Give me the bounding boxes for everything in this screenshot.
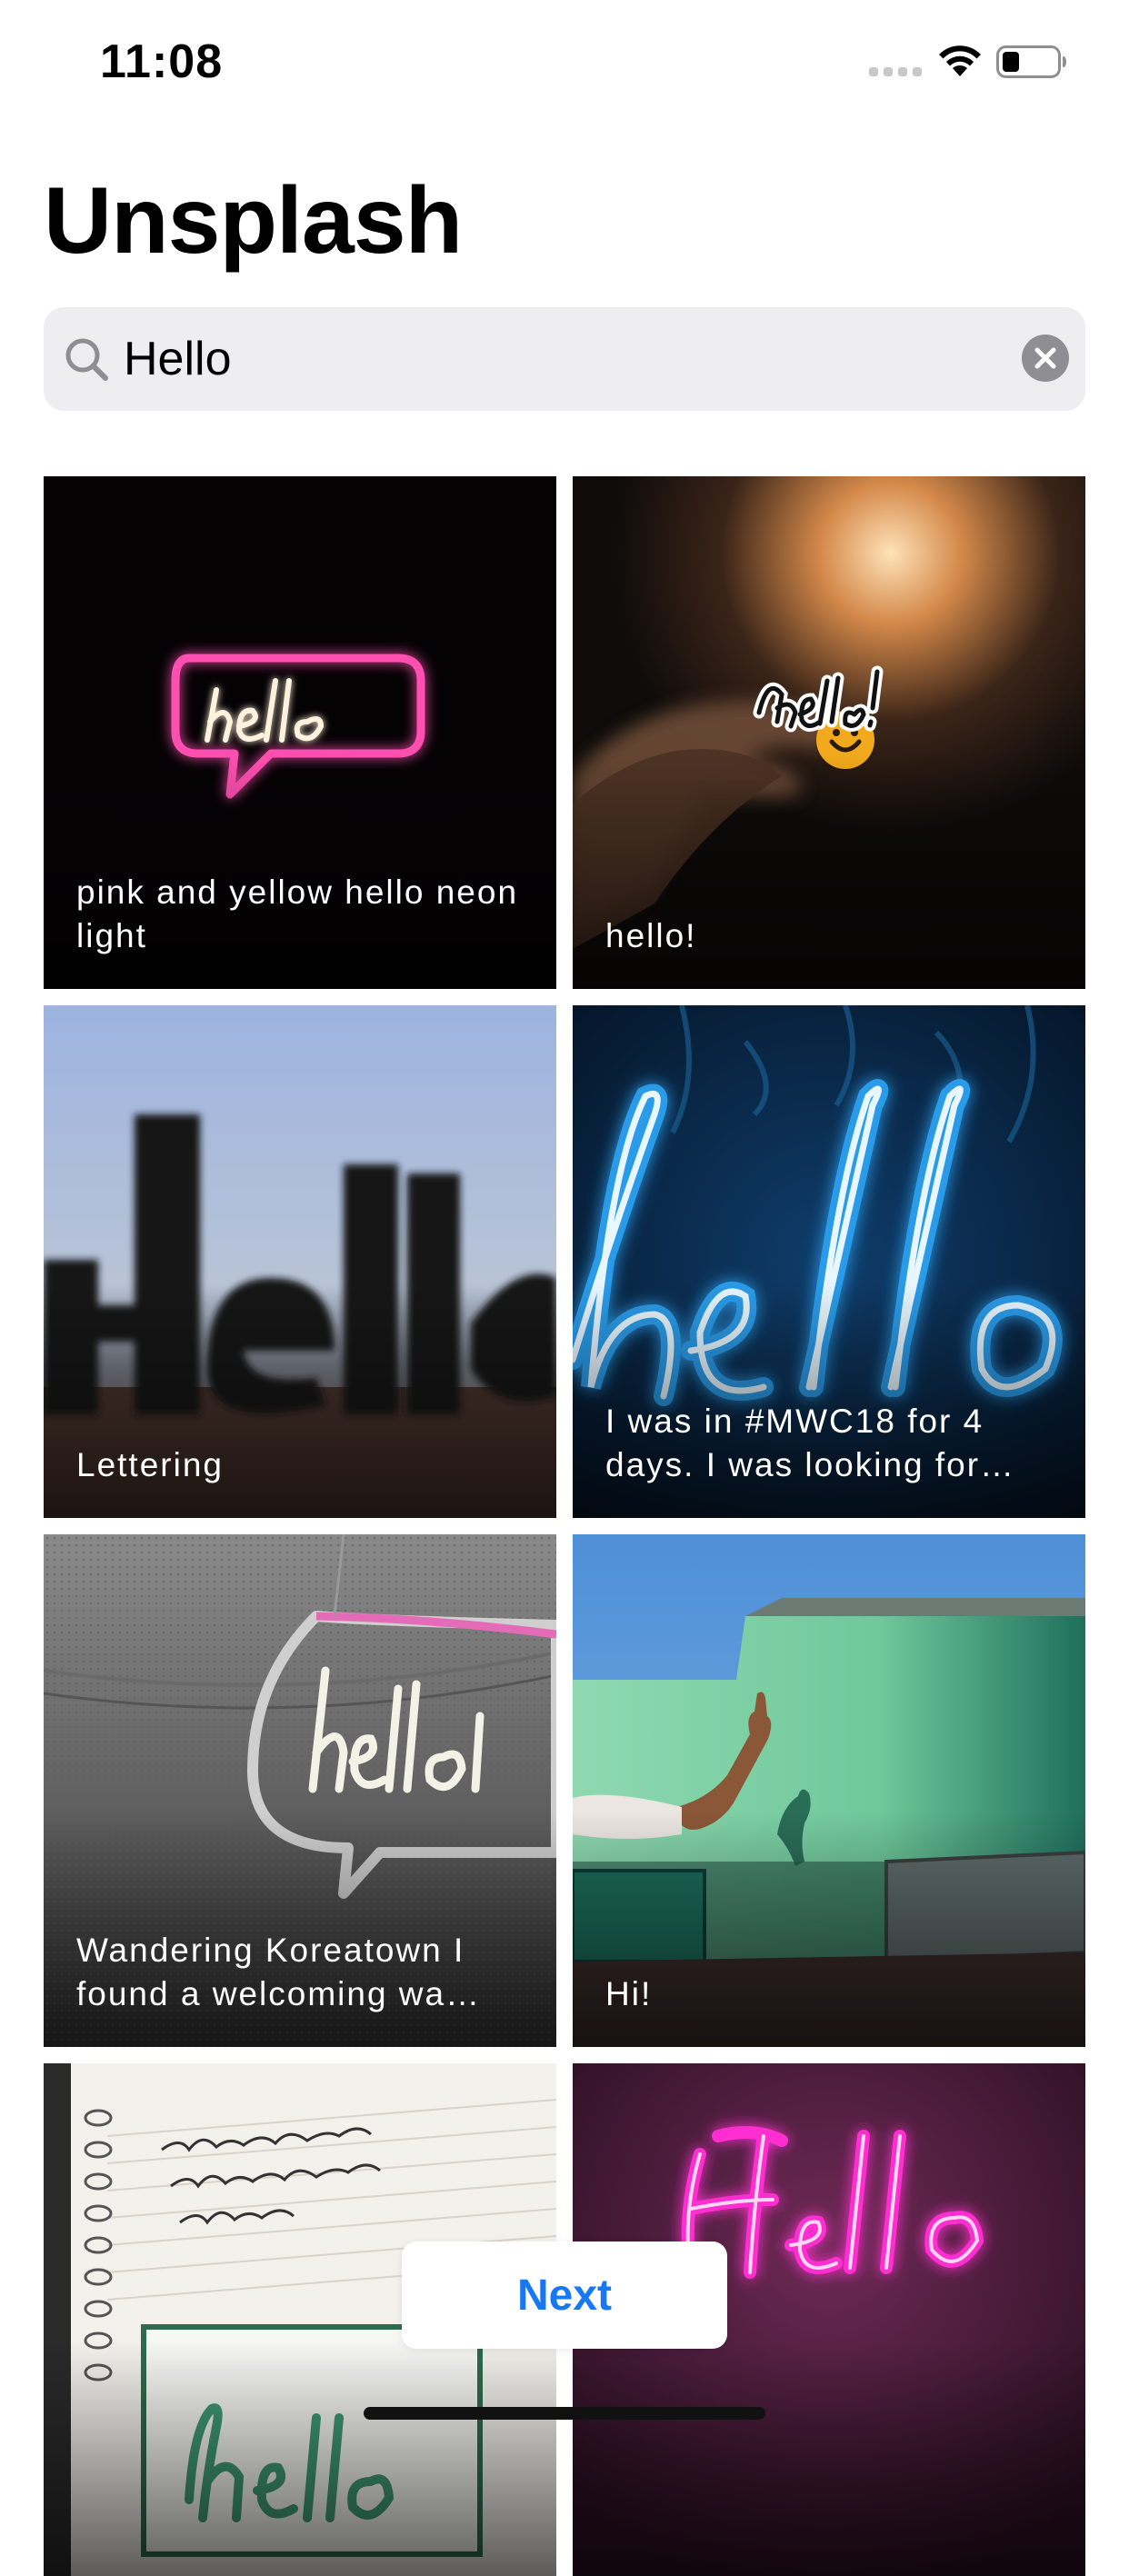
next-button[interactable]: Next xyxy=(402,2242,727,2349)
photo-card[interactable]: I was in #MWC18 for 4 days. I was lookin… xyxy=(573,1005,1085,1518)
photo-caption: Lettering xyxy=(76,1446,224,1483)
search-input[interactable] xyxy=(124,307,942,411)
photo-caption: I was in #MWC18 for 4 days. I was lookin… xyxy=(605,1403,1016,1483)
photo-caption: pink and yellow hello neon light xyxy=(76,874,519,954)
photo-card[interactable]: pink and yellow hello neon light xyxy=(44,476,556,989)
photo-card[interactable]: Lettering xyxy=(44,1005,556,1518)
wifi-icon xyxy=(939,45,981,76)
search-icon xyxy=(65,338,108,381)
page-title: Unsplash xyxy=(44,168,463,274)
status-bar: 11:08 xyxy=(0,0,1129,120)
home-indicator xyxy=(364,2407,765,2420)
photo-caption: Hi! xyxy=(605,1975,653,2012)
status-time: 11:08 xyxy=(100,35,224,88)
photo-card[interactable]: Hi! xyxy=(573,1534,1085,2047)
photo-grid: pink and yellow hello neon light hello! … xyxy=(44,476,1085,2576)
clear-icon xyxy=(1034,347,1056,369)
caption-gradient xyxy=(573,2340,1085,2576)
photo-card[interactable]: hello! xyxy=(573,476,1085,989)
search-bar[interactable] xyxy=(44,307,1085,411)
clear-search-button[interactable] xyxy=(1022,334,1069,382)
photo-caption: hello! xyxy=(605,917,697,954)
photo-caption: Wandering Koreatown I found a welcoming … xyxy=(76,1932,482,2012)
battery-icon xyxy=(996,45,1066,78)
cellular-signal-icon xyxy=(869,67,922,76)
photo-card[interactable]: Wandering Koreatown I found a welcoming … xyxy=(44,1534,556,2047)
caption-gradient xyxy=(44,2340,556,2576)
